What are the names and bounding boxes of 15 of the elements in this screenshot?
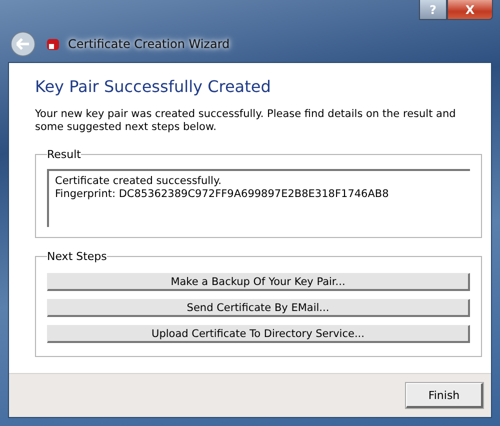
certificate-icon <box>46 37 60 51</box>
result-text-area[interactable]: Certificate created successfully. Fingerprint: DC85362389C972FF9A699897E2B8E318F1746AB8 <box>47 169 470 227</box>
group-label: Result <box>47 148 81 161</box>
action-button[interactable]: Send Certificate By EMail... <box>47 299 470 317</box>
back-button[interactable] <box>10 31 36 57</box>
close-button[interactable]: X <box>447 0 493 20</box>
action-button[interactable]: Make a Backup Of Your Key Pair... <box>47 273 470 291</box>
intro-text: Your new key pair was created successfully. Please find details on the result and some suggested next steps below. <box>35 108 457 134</box>
group-label: Next Steps <box>47 250 107 263</box>
page-heading: Key Pair Successfully Created <box>35 77 272 96</box>
window-title: Certificate Creation Wizard <box>68 37 230 51</box>
result-line: Fingerprint: DC85362389C972FF9A699897E2B8E318F1746AB8 <box>55 188 390 201</box>
result-line: Certificate created successfully. <box>55 175 223 188</box>
finish-button[interactable]: Finish <box>406 383 483 408</box>
action-button[interactable]: Upload Certificate To Directory Service... <box>47 325 470 343</box>
